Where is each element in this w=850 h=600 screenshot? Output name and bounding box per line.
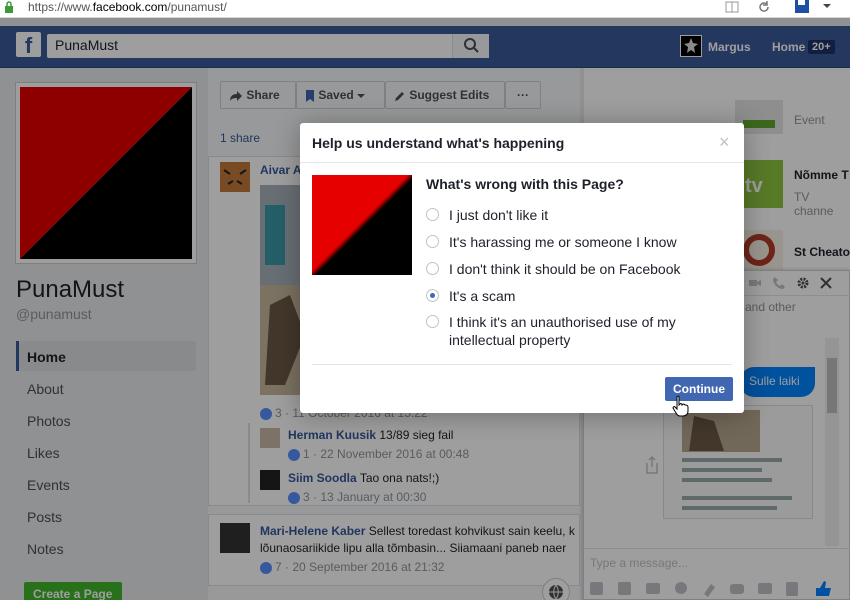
reader-icon[interactable] [724, 0, 740, 14]
radio-button[interactable] [426, 208, 439, 221]
reload-icon[interactable] [756, 0, 772, 14]
option-label: I think it's an unauthorised use of my i… [449, 314, 676, 348]
radio-button-selected[interactable] [426, 289, 439, 302]
radio-button[interactable] [426, 262, 439, 275]
radio-button[interactable] [426, 315, 439, 328]
dropdown-arrow-icon[interactable] [822, 2, 832, 10]
dialog-title: Help us understand what's happening [312, 135, 565, 151]
dialog-footer-divider [312, 364, 732, 365]
option-not-on-facebook[interactable]: I don't think it should be on Facebook [426, 260, 726, 278]
option-intellectual-property[interactable]: I think it's an unauthorised use of my i… [426, 313, 726, 349]
option-scam[interactable]: It's a scam [426, 287, 726, 305]
option-harassing[interactable]: It's harassing me or someone I know [426, 233, 726, 251]
dialog-question: What's wrong with this Page? [426, 176, 624, 192]
url-domain: facebook.com [92, 0, 168, 14]
page-flag-thumbnail [312, 175, 412, 275]
dialog-header-divider [300, 162, 744, 163]
hand-cursor-icon [672, 395, 689, 417]
option-label: It's a scam [449, 288, 516, 304]
option-label: It's harassing me or someone I know [449, 234, 677, 250]
option-dont-like[interactable]: I just don't like it [426, 206, 726, 224]
url-text[interactable]: https://www.facebook.com/punamust/ [28, 0, 227, 15]
save-disk-icon[interactable] [794, 0, 810, 14]
url-prefix: https://www. [28, 0, 93, 14]
option-label: I just don't like it [449, 207, 549, 223]
lock-icon [5, 1, 13, 13]
dialog-close-icon[interactable]: × [719, 132, 730, 153]
radio-button[interactable] [426, 235, 439, 248]
url-path: /punamust/ [167, 0, 227, 14]
option-label: I don't think it should be on Facebook [449, 261, 681, 277]
